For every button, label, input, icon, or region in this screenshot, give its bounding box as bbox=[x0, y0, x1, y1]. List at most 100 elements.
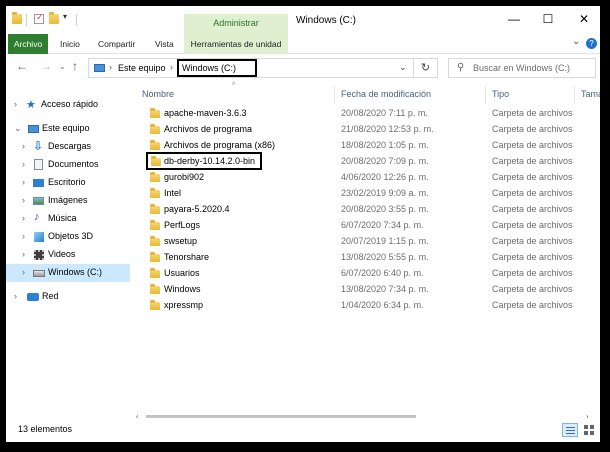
table-row[interactable]: Tenorshare 13/08/2020 5:55 p. m. Carpeta d… bbox=[134, 250, 600, 266]
chevron-right-icon[interactable]: › bbox=[22, 195, 25, 205]
help-icon[interactable]: ? bbox=[586, 38, 597, 49]
tab-archivo[interactable]: Archivo bbox=[8, 34, 48, 54]
chevron-down-icon[interactable]: ⌄ bbox=[14, 123, 22, 134]
chevron-right-icon[interactable]: › bbox=[22, 267, 25, 277]
breadcrumb-windows-c[interactable]: Windows (C:) bbox=[177, 59, 257, 77]
table-row[interactable]: apache-maven-3.6.3 20/08/2020 7:11 p. m. C… bbox=[134, 106, 600, 122]
table-row[interactable]: db-derby-10.14.2.0-bin 20/08/2020 7:09 p.… bbox=[134, 152, 600, 170]
folder-icon[interactable] bbox=[12, 12, 22, 24]
file-name: db-derby-10.14.2.0-bin bbox=[146, 152, 262, 170]
title-bar: ▾ Administrar Windows (C:) — ☐ ✕ bbox=[6, 6, 600, 34]
search-icon: ⚲ bbox=[457, 62, 465, 73]
sidebar-item-red[interactable]: › Red bbox=[6, 288, 130, 306]
breadcrumb-este-equipo[interactable]: Este equipo bbox=[118, 63, 166, 73]
column-header-fecha[interactable]: Fecha de modificación bbox=[341, 89, 431, 99]
file-type: Carpeta de archivos bbox=[492, 220, 573, 230]
sidebar-item-label: Imágenes bbox=[48, 195, 88, 205]
column-header-tipo[interactable]: Tipo bbox=[492, 89, 509, 99]
file-type: Carpeta de archivos bbox=[492, 284, 573, 294]
sidebar-item-windows-c[interactable]: › Windows (C:) bbox=[6, 264, 130, 282]
table-row[interactable]: payara-5.2020.4 20/08/2020 3:55 p. m. Carp… bbox=[134, 202, 600, 218]
chevron-down-icon[interactable]: ⌄ bbox=[399, 62, 407, 73]
file-name: Archivos de programa (x86) bbox=[164, 140, 276, 150]
chevron-right-icon[interactable]: › bbox=[14, 291, 17, 301]
file-date: 20/08/2020 7:09 p. m. bbox=[341, 156, 429, 166]
breadcrumb-separator[interactable]: › bbox=[170, 62, 173, 72]
chevron-right-icon[interactable]: › bbox=[22, 249, 25, 259]
file-date: 20/08/2020 7:11 p. m. bbox=[341, 108, 428, 118]
table-row[interactable]: Intel 23/02/2019 9:09 a. m. Carpeta de arc… bbox=[134, 186, 600, 202]
table-row[interactable]: gurobi902 4/06/2020 12:26 p. m. Carpeta de… bbox=[134, 170, 600, 186]
up-arrow-icon[interactable]: ↑ bbox=[72, 59, 78, 73]
large-icons-view-icon[interactable] bbox=[582, 423, 596, 437]
file-name: Tenorshare bbox=[164, 252, 210, 262]
sidebar-item-acceso-rapido[interactable]: › ★ Acceso rápido bbox=[6, 96, 130, 114]
sidebar-item-descargas[interactable]: › ⇩ Descargas bbox=[6, 138, 130, 156]
sidebar-item-label: Documentos bbox=[48, 159, 99, 169]
sidebar-item-objetos-3d[interactable]: › Objetos 3D bbox=[6, 228, 130, 246]
new-folder-icon[interactable] bbox=[49, 12, 59, 24]
expand-ribbon-icon[interactable]: ⌄ bbox=[572, 36, 580, 47]
chevron-right-icon[interactable]: › bbox=[22, 141, 25, 151]
file-name: Intel bbox=[164, 188, 182, 198]
chevron-right-icon[interactable]: › bbox=[22, 213, 25, 223]
forward-arrow-icon[interactable]: → bbox=[40, 59, 52, 73]
details-view-icon[interactable] bbox=[562, 423, 578, 437]
column-divider[interactable] bbox=[574, 86, 575, 104]
table-row[interactable]: Usuarios 6/07/2020 6:40 p. m. Carpeta de a… bbox=[134, 266, 600, 282]
file-date: 20/08/2020 3:55 p. m. bbox=[341, 204, 429, 214]
sidebar-item-escritorio[interactable]: › Escritorio bbox=[6, 174, 130, 192]
maximize-button[interactable]: ☐ bbox=[538, 10, 558, 28]
tab-vista[interactable]: Vista bbox=[155, 34, 174, 54]
column-header-nombre[interactable]: Nombre bbox=[142, 89, 174, 99]
refresh-button[interactable]: ↻ bbox=[414, 58, 438, 78]
sidebar-item-label: Red bbox=[42, 291, 59, 301]
tab-inicio[interactable]: Inicio bbox=[60, 34, 80, 54]
back-arrow-icon[interactable]: ← bbox=[16, 59, 28, 73]
chevron-right-icon[interactable]: › bbox=[22, 159, 25, 169]
navigation-pane: › ★ Acceso rápido ⌄ Este equipo › ⇩ Desc… bbox=[6, 82, 130, 412]
sidebar-item-documentos[interactable]: › Documentos bbox=[6, 156, 130, 174]
chevron-right-icon[interactable]: › bbox=[22, 177, 25, 187]
chevron-right-icon[interactable]: › bbox=[22, 231, 25, 241]
column-divider[interactable] bbox=[334, 86, 335, 104]
column-headers: Nombre Fecha de modificación Tipo Tamaño bbox=[134, 86, 600, 104]
chevron-right-icon[interactable]: › bbox=[14, 99, 17, 109]
table-row[interactable]: PerfLogs 6/07/2020 7:34 p. m. Carpeta de a… bbox=[134, 218, 600, 234]
file-date: 21/08/2020 12:53 p. m. bbox=[341, 124, 434, 134]
folder-icon bbox=[150, 268, 160, 278]
file-date: 18/08/2020 1:05 p. m. bbox=[341, 140, 429, 150]
column-header-tamano[interactable]: Tamaño bbox=[581, 89, 600, 99]
folder-icon bbox=[150, 188, 160, 198]
explorer-window: ▾ Administrar Windows (C:) — ☐ ✕ Archivo… bbox=[6, 6, 600, 442]
sidebar-item-imagenes[interactable]: › Imágenes bbox=[6, 192, 130, 210]
minimize-button[interactable]: — bbox=[504, 10, 524, 28]
close-button[interactable]: ✕ bbox=[574, 10, 594, 28]
table-row[interactable]: Archivos de programa 21/08/2020 12:53 p. … bbox=[134, 122, 600, 138]
item-count: 13 elementos bbox=[18, 424, 73, 434]
pictures-icon bbox=[33, 197, 44, 205]
folder-icon bbox=[150, 172, 160, 182]
file-name: PerfLogs bbox=[164, 220, 201, 230]
breadcrumb-separator[interactable]: › bbox=[109, 62, 112, 72]
tab-compartir[interactable]: Compartir bbox=[98, 34, 135, 54]
file-name: Usuarios bbox=[164, 268, 200, 278]
search-input[interactable]: ⚲ Buscar en Windows (C:) bbox=[448, 58, 596, 78]
quick-access-dropdown-icon[interactable]: ▾ bbox=[63, 12, 67, 21]
table-row[interactable]: Windows 13/08/2020 7:34 p. m. Carpeta de a… bbox=[134, 282, 600, 298]
address-bar[interactable]: › Este equipo › Windows (C:) ⌄ bbox=[88, 58, 414, 78]
sidebar-item-musica[interactable]: › ♪ Música bbox=[6, 210, 130, 228]
file-type: Carpeta de archivos bbox=[492, 252, 573, 262]
column-divider[interactable] bbox=[485, 86, 486, 104]
recent-locations-icon[interactable]: ⌄ bbox=[59, 62, 66, 71]
file-type: Carpeta de archivos bbox=[492, 204, 573, 214]
file-name: Windows bbox=[164, 284, 201, 294]
sidebar-item-este-equipo[interactable]: ⌄ Este equipo bbox=[6, 120, 130, 138]
sidebar-item-videos[interactable]: › Videos bbox=[6, 246, 130, 264]
network-icon bbox=[27, 293, 39, 301]
table-row[interactable]: xpressmp 1/04/2020 6:34 p. m. Carpeta de a… bbox=[134, 298, 600, 314]
tab-herramientas-de-unidad[interactable]: Herramientas de unidad bbox=[184, 34, 288, 54]
table-row[interactable]: swsetup 20/07/2019 1:15 p. m. Carpeta de a… bbox=[134, 234, 600, 250]
properties-check-icon[interactable] bbox=[34, 12, 44, 24]
divider bbox=[76, 14, 77, 26]
